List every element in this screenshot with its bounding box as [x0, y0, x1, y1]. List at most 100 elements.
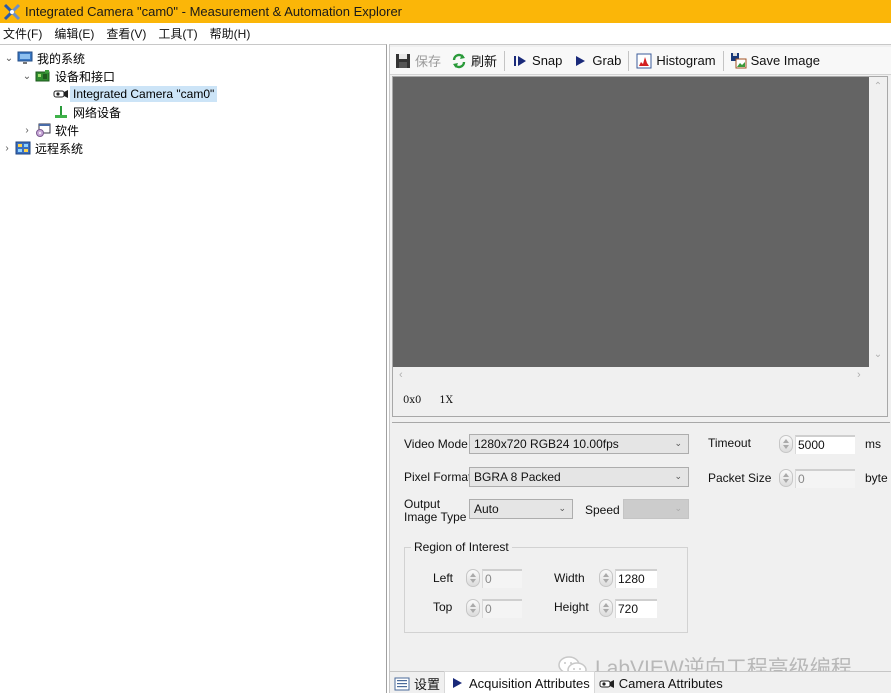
menu-tools[interactable]: 工具(T) — [155, 25, 204, 42]
toolbar-separator — [504, 50, 506, 71]
roi-left-stepper[interactable]: 0 — [466, 568, 522, 588]
region-of-interest-group: Region of Interest Left 0 Top 0 Width 12… — [404, 540, 688, 633]
save-image-icon — [730, 52, 747, 69]
network-icon — [53, 105, 69, 119]
menu-view[interactable]: 查看(V) — [103, 25, 153, 42]
chevron-down-icon: ⌄ — [558, 503, 566, 513]
timeout-stepper[interactable]: 5000 — [779, 434, 855, 454]
spin-arrows-icon[interactable] — [779, 435, 793, 453]
viewer-status: 0x0 1X — [403, 395, 453, 406]
toolbar-separator — [628, 50, 630, 71]
packet-size-stepper[interactable]: 0 — [779, 468, 855, 488]
horizontal-scrollbar[interactable]: ‹ › — [393, 367, 869, 385]
pixel-coordinates: 0x0 — [403, 395, 422, 406]
roi-top-label: Top — [433, 600, 453, 614]
acquisition-settings: Video Mode 1280x720 RGB24 10.00fps ⌄ Pix… — [392, 422, 890, 680]
remote-systems-icon — [15, 141, 31, 155]
roi-height-label: Height — [554, 600, 589, 614]
vertical-scrollbar[interactable]: ⌃ ⌄ — [869, 77, 887, 367]
pixel-format-label: Pixel Format — [404, 470, 472, 484]
floppy-disk-icon — [395, 53, 411, 69]
tab-acquisition-attributes[interactable]: Acquisition Attributes — [444, 671, 595, 693]
speed-label: Speed — [585, 503, 620, 517]
save-image-button[interactable]: Save Image — [726, 49, 825, 73]
toolbar-separator — [722, 50, 724, 71]
scroll-up-icon[interactable]: ⌃ — [869, 81, 887, 92]
tab-camera-attributes[interactable]: Camera Attributes — [594, 673, 727, 693]
roi-top-input[interactable]: 0 — [482, 598, 522, 618]
computer-icon — [17, 51, 33, 65]
packet-size-unit: byte — [865, 471, 888, 485]
image-display[interactable] — [393, 77, 869, 367]
roi-left-input[interactable]: 0 — [482, 568, 522, 588]
camera-panel: 保存 刷新 Snap Grab Histogram Save Image ⌃ ⌄… — [389, 44, 891, 693]
camera-icon — [53, 87, 69, 101]
grab-button[interactable]: Grab — [567, 49, 626, 73]
timeout-unit: ms — [865, 437, 881, 451]
tree-item-software[interactable]: › 软件 — [21, 121, 79, 139]
roi-height-input[interactable]: 720 — [615, 598, 657, 618]
chevron-down-icon: ⌄ — [674, 503, 682, 513]
window-title: Integrated Camera "cam0" - Measurement &… — [25, 4, 403, 19]
spin-arrows-icon[interactable] — [466, 569, 480, 587]
roi-width-stepper[interactable]: 1280 — [599, 568, 657, 588]
play-icon — [449, 676, 465, 690]
histogram-icon — [636, 53, 652, 69]
menu-bar: 文件(F) 编辑(E) 查看(V) 工具(T) 帮助(H) — [0, 23, 891, 43]
speed-select[interactable]: ⌄ — [623, 499, 689, 519]
tree-item-integrated-camera[interactable]: Integrated Camera "cam0" — [51, 85, 218, 103]
chevron-down-icon[interactable]: ⌄ — [21, 71, 33, 82]
chevron-down-icon: ⌄ — [674, 471, 682, 481]
roi-width-input[interactable]: 1280 — [615, 568, 657, 588]
snap-button[interactable]: Snap — [507, 49, 567, 73]
spin-arrows-icon[interactable] — [466, 599, 480, 617]
spin-arrows-icon[interactable] — [599, 569, 613, 587]
menu-file[interactable]: 文件(F) — [0, 25, 49, 42]
video-mode-label: Video Mode — [404, 437, 468, 451]
output-image-type-select[interactable]: Auto ⌄ — [469, 499, 573, 519]
title-bar: Integrated Camera "cam0" - Measurement &… — [0, 0, 891, 23]
chevron-down-icon: ⌄ — [674, 438, 682, 448]
refresh-icon — [451, 53, 467, 69]
timeout-input[interactable]: 5000 — [795, 434, 855, 454]
chevron-down-icon[interactable]: ⌄ — [3, 53, 15, 64]
scroll-right-icon[interactable]: › — [857, 369, 861, 381]
timeout-label: Timeout — [708, 436, 751, 450]
bottom-tab-bar: 设置 Acquisition Attributes Camera Attribu… — [390, 671, 891, 693]
save-button[interactable]: 保存 — [390, 49, 446, 73]
roi-width-label: Width — [554, 571, 585, 585]
packet-size-input[interactable]: 0 — [795, 468, 855, 488]
roi-top-stepper[interactable]: 0 — [466, 598, 522, 618]
video-mode-select[interactable]: 1280x720 RGB24 10.00fps ⌄ — [469, 434, 689, 454]
output-image-type-label-line2: Image Type — [404, 510, 467, 524]
tree-item-devices-interfaces[interactable]: ⌄ 设备和接口 — [21, 67, 115, 85]
tree-item-my-system[interactable]: ⌄ 我的系统 — [3, 49, 85, 67]
chevron-right-icon[interactable]: › — [21, 125, 33, 136]
menu-edit[interactable]: 编辑(E) — [51, 25, 101, 42]
software-icon — [35, 123, 51, 137]
zoom-level: 1X — [439, 395, 453, 406]
snap-icon — [512, 53, 528, 69]
chevron-right-icon[interactable]: › — [1, 143, 13, 154]
roi-left-label: Left — [433, 571, 454, 585]
refresh-button[interactable]: 刷新 — [446, 49, 502, 73]
settings-list-icon — [394, 677, 410, 691]
tab-settings[interactable]: 设置 — [390, 673, 445, 693]
devices-icon — [35, 69, 51, 83]
roi-title: Region of Interest — [411, 540, 512, 554]
spin-arrows-icon[interactable] — [599, 599, 613, 617]
tree-item-remote-systems[interactable]: › 远程系统 — [1, 139, 83, 157]
toolbar: 保存 刷新 Snap Grab Histogram Save Image — [390, 47, 891, 75]
pixel-format-select[interactable]: BGRA 8 Packed ⌄ — [469, 467, 689, 487]
roi-height-stepper[interactable]: 720 — [599, 598, 657, 618]
menu-help[interactable]: 帮助(H) — [207, 25, 258, 42]
image-viewer: ⌃ ⌄ ‹ › 0x0 1X — [392, 76, 888, 417]
scroll-left-icon[interactable]: ‹ — [399, 369, 403, 381]
packet-size-label: Packet Size — [708, 471, 772, 485]
max-app-icon — [3, 3, 21, 21]
camera-icon — [599, 677, 615, 691]
tree-item-network-devices[interactable]: 网络设备 — [51, 103, 121, 121]
histogram-button[interactable]: Histogram — [631, 49, 720, 73]
scroll-down-icon[interactable]: ⌄ — [869, 349, 887, 360]
spin-arrows-icon[interactable] — [779, 469, 793, 487]
